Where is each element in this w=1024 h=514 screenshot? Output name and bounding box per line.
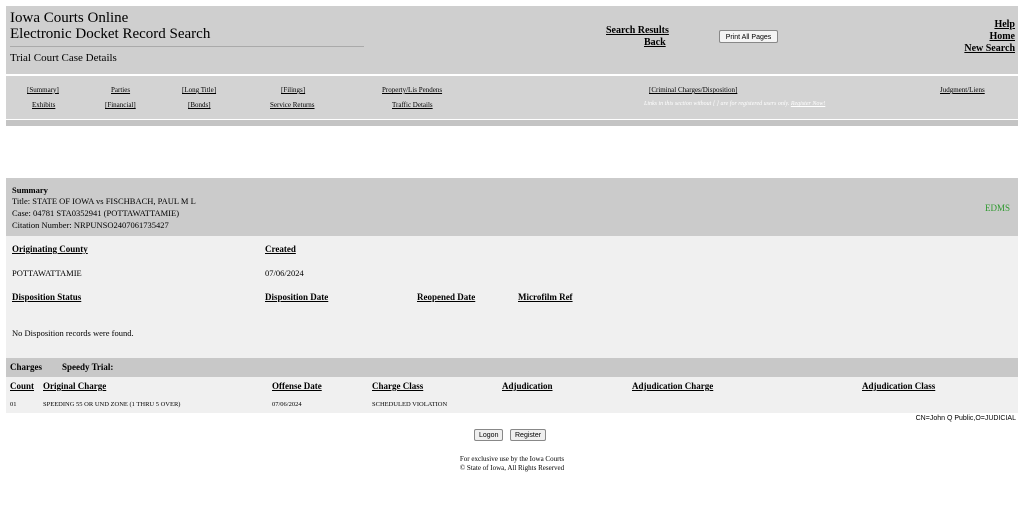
page-title: Trial Court Case Details — [10, 52, 117, 64]
register-now-link[interactable]: Register Now! — [791, 101, 826, 107]
cell-offense-date: 07/06/2024 — [272, 401, 302, 408]
cell-original-charge: SPEEDING 55 OR UND ZONE (1 THRU 5 OVER) — [43, 401, 181, 408]
created-value: 07/06/2024 — [265, 268, 304, 278]
disposition-date-label: Disposition Date — [265, 292, 329, 302]
column-header-adjudication: Adjudication — [502, 381, 553, 391]
tab-parties[interactable]: Parties — [111, 86, 130, 94]
case-number: Case: 04781 STA0352941 (POTTAWATTAMIE) — [12, 208, 180, 218]
header-divider — [10, 46, 364, 47]
microfilm-ref-label: Microfilm Ref — [518, 292, 573, 302]
edms-link[interactable]: EDMS — [985, 203, 1010, 213]
nav-bottom-border — [6, 120, 1018, 126]
tab-judgment-liens[interactable]: Judgment/Liens — [940, 86, 985, 94]
column-header-adjudication-charge: Adjudication Charge — [632, 381, 714, 391]
originating-county-label: Originating County — [12, 244, 88, 254]
tab-financial[interactable]: [Financial] — [105, 101, 136, 109]
app-subtitle: Electronic Docket Record Search — [10, 26, 211, 42]
cell-charge-class: SCHEDULED VIOLATION — [372, 401, 448, 408]
footer-copyright: © State of Iowa, All Rights Reserved — [459, 464, 565, 472]
case-details-panel: Originating County Created POTTAWATTAMIE… — [6, 236, 1018, 358]
charges-header-bar: Charges Speedy Trial: — [6, 358, 1018, 377]
case-section-nav: [Summary] Parties [Long Title] [Filings]… — [6, 76, 1018, 119]
reopened-date-label: Reopened Date — [417, 292, 476, 302]
column-header-adjudication-class: Adjudication Class — [862, 381, 936, 391]
registered-users-note-text: Links in this section without [ ] are fo… — [644, 101, 790, 107]
help-link[interactable]: Help — [994, 19, 1015, 31]
registered-users-note: Links in this section without [ ] are fo… — [644, 101, 825, 107]
originating-county-value: POTTAWATTAMIE — [12, 268, 82, 278]
summary-panel: Summary Title: STATE OF IOWA vs FISCHBAC… — [6, 178, 1018, 236]
header-bar: Iowa Courts Online Electronic Docket Rec… — [6, 6, 1018, 74]
search-results-link[interactable]: Search Results — [606, 25, 669, 37]
tab-filings[interactable]: [Filings] — [281, 86, 305, 94]
cell-count: 01 — [10, 401, 17, 408]
column-header-original-charge: Original Charge — [43, 381, 107, 391]
tab-long-title[interactable]: [Long Title] — [182, 86, 216, 94]
disposition-status-label: Disposition Status — [12, 292, 82, 302]
created-label: Created — [265, 244, 296, 254]
no-disposition-message: No Disposition records were found. — [12, 328, 134, 338]
logon-button[interactable]: Logon — [474, 429, 504, 441]
citation-number: Citation Number: NRPUNSO2407061735427 — [12, 220, 169, 230]
column-header-count: Count — [10, 381, 35, 391]
register-button[interactable]: Register — [510, 429, 547, 441]
home-link[interactable]: Home — [989, 31, 1015, 43]
app-title: Iowa Courts Online — [10, 10, 129, 26]
tab-summary[interactable]: [Summary] — [27, 86, 59, 94]
footer-notice: For exclusive use by the Iowa Courts — [459, 455, 565, 463]
table-row: 01 SPEEDING 55 OR UND ZONE (1 THRU 5 OVE… — [6, 397, 1018, 411]
new-search-link[interactable]: New Search — [964, 43, 1015, 55]
back-link[interactable]: Back — [644, 37, 666, 49]
charges-table: Count Original Charge Offense Date Charg… — [6, 377, 1018, 413]
speedy-trial-label: Speedy Trial: — [62, 362, 114, 372]
tab-traffic-details[interactable]: Traffic Details — [392, 101, 433, 109]
print-all-pages-button[interactable]: Print All Pages — [719, 30, 778, 43]
case-title: Title: STATE OF IOWA vs FISCHBACH, PAUL … — [12, 196, 196, 206]
column-header-offense-date: Offense Date — [272, 381, 322, 391]
column-header-charge-class: Charge Class — [372, 381, 424, 391]
tab-exhibits[interactable]: Exhibits — [32, 101, 55, 109]
tab-property-lis-pendens[interactable]: Property/Lis Pendens — [382, 86, 442, 94]
certificate-info: CN=John Q Public,O=JUDICIAL — [915, 415, 1016, 422]
tab-criminal-charges[interactable]: [Criminal Charges/Disposition] — [649, 86, 737, 94]
tab-bonds[interactable]: [Bonds] — [188, 101, 211, 109]
charges-label: Charges — [10, 362, 42, 372]
tab-service-returns[interactable]: Service Returns — [270, 101, 315, 109]
